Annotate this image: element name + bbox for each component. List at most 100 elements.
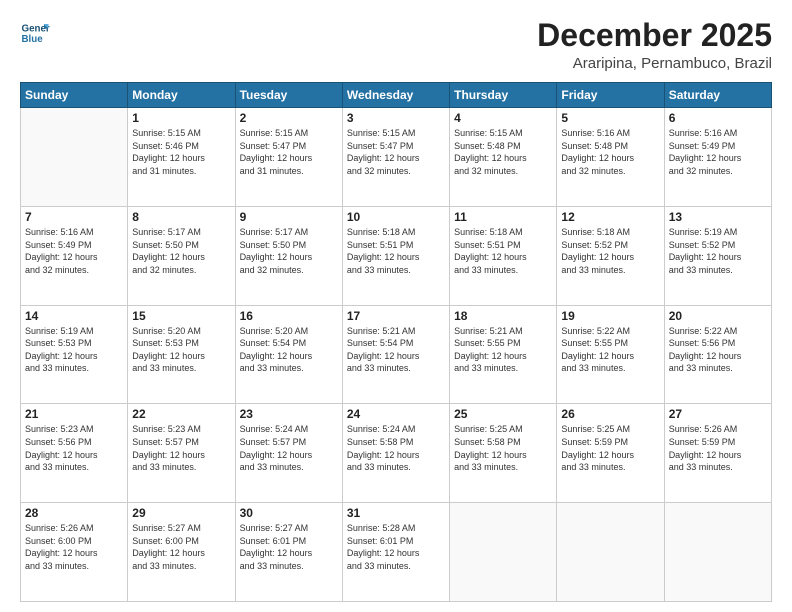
calendar: Sunday Monday Tuesday Wednesday Thursday… — [20, 82, 772, 602]
calendar-cell: 17 Sunrise: 5:21 AM Sunset: 5:54 PM Dayli… — [342, 305, 449, 404]
day-info: Sunrise: 5:20 AM Sunset: 5:53 PM Dayligh… — [132, 325, 230, 375]
day-info: Sunrise: 5:28 AM Sunset: 6:01 PM Dayligh… — [347, 522, 445, 572]
calendar-cell: 16 Sunrise: 5:20 AM Sunset: 5:54 PM Dayli… — [235, 305, 342, 404]
calendar-cell — [664, 503, 771, 602]
calendar-cell: 7 Sunrise: 5:16 AM Sunset: 5:49 PM Daylig… — [21, 206, 128, 305]
calendar-cell: 27Sunrise: 5:26 AM Sunset: 5:59 PM Dayli… — [664, 404, 771, 503]
day-info: Sunrise: 5:19 AM Sunset: 5:53 PM Dayligh… — [25, 325, 123, 375]
day-number: 24 — [347, 407, 445, 421]
day-number: 7 — [25, 210, 123, 224]
day-number: 6 — [669, 111, 767, 125]
header-sunday: Sunday — [21, 83, 128, 108]
calendar-cell: 24 Sunrise: 5:24 AM Sunset: 5:58 PM Dayli… — [342, 404, 449, 503]
day-info: Sunrise: 5:23 AM Sunset: 5:56 PM Dayligh… — [25, 423, 123, 473]
day-info: Sunrise: 5:18 AM Sunset: 5:51 PM Dayligh… — [454, 226, 552, 276]
calendar-cell — [450, 503, 557, 602]
day-number: 2 — [240, 111, 338, 125]
calendar-cell: 13Sunrise: 5:19 AM Sunset: 5:52 PM Dayli… — [664, 206, 771, 305]
day-number: 10 — [347, 210, 445, 224]
day-number: 4 — [454, 111, 552, 125]
subtitle: Araripina, Pernambuco, Brazil — [537, 55, 772, 72]
header-friday: Friday — [557, 83, 664, 108]
calendar-cell: 12Sunrise: 5:18 AM Sunset: 5:52 PM Dayli… — [557, 206, 664, 305]
day-number: 20 — [669, 309, 767, 323]
day-number: 19 — [561, 309, 659, 323]
calendar-week-row: 14Sunrise: 5:19 AM Sunset: 5:53 PM Dayli… — [21, 305, 772, 404]
page: General Blue December 2025 Araripina, Pe… — [0, 0, 792, 612]
day-info: Sunrise: 5:15 AM Sunset: 5:48 PM Dayligh… — [454, 127, 552, 177]
day-number: 17 — [347, 309, 445, 323]
logo-icon: General Blue — [20, 18, 50, 48]
calendar-cell: 26 Sunrise: 5:25 AM Sunset: 5:59 PM Dayli… — [557, 404, 664, 503]
calendar-cell: 28 Sunrise: 5:26 AM Sunset: 6:00 PM Dayli… — [21, 503, 128, 602]
day-info: Sunrise: 5:26 AM Sunset: 6:00 PM Dayligh… — [25, 522, 123, 572]
calendar-week-row: 28 Sunrise: 5:26 AM Sunset: 6:00 PM Dayli… — [21, 503, 772, 602]
logo: General Blue — [20, 18, 50, 48]
calendar-cell: 21Sunrise: 5:23 AM Sunset: 5:56 PM Dayli… — [21, 404, 128, 503]
day-number: 30 — [240, 506, 338, 520]
day-number: 8 — [132, 210, 230, 224]
day-info: Sunrise: 5:25 AM Sunset: 5:59 PM Dayligh… — [561, 423, 659, 473]
calendar-cell: 5 Sunrise: 5:16 AM Sunset: 5:48 PM Daylig… — [557, 108, 664, 207]
calendar-cell: 22 Sunrise: 5:23 AM Sunset: 5:57 PM Dayli… — [128, 404, 235, 503]
title-block: December 2025 Araripina, Pernambuco, Bra… — [537, 18, 772, 72]
day-info: Sunrise: 5:17 AM Sunset: 5:50 PM Dayligh… — [132, 226, 230, 276]
header-thursday: Thursday — [450, 83, 557, 108]
calendar-cell: 18 Sunrise: 5:21 AM Sunset: 5:55 PM Dayli… — [450, 305, 557, 404]
calendar-week-row: 7 Sunrise: 5:16 AM Sunset: 5:49 PM Daylig… — [21, 206, 772, 305]
day-info: Sunrise: 5:18 AM Sunset: 5:52 PM Dayligh… — [561, 226, 659, 276]
header-monday: Monday — [128, 83, 235, 108]
calendar-cell: 30 Sunrise: 5:27 AM Sunset: 6:01 PM Dayli… — [235, 503, 342, 602]
header-wednesday: Wednesday — [342, 83, 449, 108]
day-number: 26 — [561, 407, 659, 421]
day-number: 29 — [132, 506, 230, 520]
svg-text:Blue: Blue — [22, 34, 44, 45]
day-info: Sunrise: 5:17 AM Sunset: 5:50 PM Dayligh… — [240, 226, 338, 276]
day-number: 18 — [454, 309, 552, 323]
calendar-cell: 3Sunrise: 5:15 AM Sunset: 5:47 PM Daylig… — [342, 108, 449, 207]
day-number: 22 — [132, 407, 230, 421]
day-info: Sunrise: 5:22 AM Sunset: 5:55 PM Dayligh… — [561, 325, 659, 375]
day-number: 5 — [561, 111, 659, 125]
day-info: Sunrise: 5:15 AM Sunset: 5:46 PM Dayligh… — [132, 127, 230, 177]
weekday-header-row: Sunday Monday Tuesday Wednesday Thursday… — [21, 83, 772, 108]
day-number: 1 — [132, 111, 230, 125]
calendar-cell: 2 Sunrise: 5:15 AM Sunset: 5:47 PM Daylig… — [235, 108, 342, 207]
day-number: 11 — [454, 210, 552, 224]
day-info: Sunrise: 5:16 AM Sunset: 5:49 PM Dayligh… — [25, 226, 123, 276]
day-info: Sunrise: 5:15 AM Sunset: 5:47 PM Dayligh… — [240, 127, 338, 177]
calendar-cell: 15Sunrise: 5:20 AM Sunset: 5:53 PM Dayli… — [128, 305, 235, 404]
day-info: Sunrise: 5:20 AM Sunset: 5:54 PM Dayligh… — [240, 325, 338, 375]
calendar-cell: 6Sunrise: 5:16 AM Sunset: 5:49 PM Daylig… — [664, 108, 771, 207]
calendar-cell — [557, 503, 664, 602]
calendar-cell: 1 Sunrise: 5:15 AM Sunset: 5:46 PM Daylig… — [128, 108, 235, 207]
day-info: Sunrise: 5:21 AM Sunset: 5:55 PM Dayligh… — [454, 325, 552, 375]
day-info: Sunrise: 5:21 AM Sunset: 5:54 PM Dayligh… — [347, 325, 445, 375]
day-info: Sunrise: 5:22 AM Sunset: 5:56 PM Dayligh… — [669, 325, 767, 375]
calendar-week-row: 1 Sunrise: 5:15 AM Sunset: 5:46 PM Daylig… — [21, 108, 772, 207]
calendar-cell: 23 Sunrise: 5:24 AM Sunset: 5:57 PM Dayli… — [235, 404, 342, 503]
header-saturday: Saturday — [664, 83, 771, 108]
day-number: 23 — [240, 407, 338, 421]
day-info: Sunrise: 5:23 AM Sunset: 5:57 PM Dayligh… — [132, 423, 230, 473]
day-info: Sunrise: 5:24 AM Sunset: 5:58 PM Dayligh… — [347, 423, 445, 473]
day-number: 16 — [240, 309, 338, 323]
calendar-week-row: 21Sunrise: 5:23 AM Sunset: 5:56 PM Dayli… — [21, 404, 772, 503]
header: General Blue December 2025 Araripina, Pe… — [20, 18, 772, 72]
calendar-cell: 4 Sunrise: 5:15 AM Sunset: 5:48 PM Daylig… — [450, 108, 557, 207]
calendar-cell: 25Sunrise: 5:25 AM Sunset: 5:58 PM Dayli… — [450, 404, 557, 503]
calendar-cell: 20 Sunrise: 5:22 AM Sunset: 5:56 PM Dayli… — [664, 305, 771, 404]
calendar-cell: 10 Sunrise: 5:18 AM Sunset: 5:51 PM Dayli… — [342, 206, 449, 305]
day-info: Sunrise: 5:27 AM Sunset: 6:01 PM Dayligh… — [240, 522, 338, 572]
day-number: 28 — [25, 506, 123, 520]
day-number: 31 — [347, 506, 445, 520]
day-info: Sunrise: 5:15 AM Sunset: 5:47 PM Dayligh… — [347, 127, 445, 177]
calendar-cell: 8 Sunrise: 5:17 AM Sunset: 5:50 PM Daylig… — [128, 206, 235, 305]
day-info: Sunrise: 5:16 AM Sunset: 5:48 PM Dayligh… — [561, 127, 659, 177]
day-info: Sunrise: 5:26 AM Sunset: 5:59 PM Dayligh… — [669, 423, 767, 473]
day-info: Sunrise: 5:24 AM Sunset: 5:57 PM Dayligh… — [240, 423, 338, 473]
day-number: 13 — [669, 210, 767, 224]
day-info: Sunrise: 5:18 AM Sunset: 5:51 PM Dayligh… — [347, 226, 445, 276]
calendar-cell — [21, 108, 128, 207]
calendar-cell: 11 Sunrise: 5:18 AM Sunset: 5:51 PM Dayli… — [450, 206, 557, 305]
